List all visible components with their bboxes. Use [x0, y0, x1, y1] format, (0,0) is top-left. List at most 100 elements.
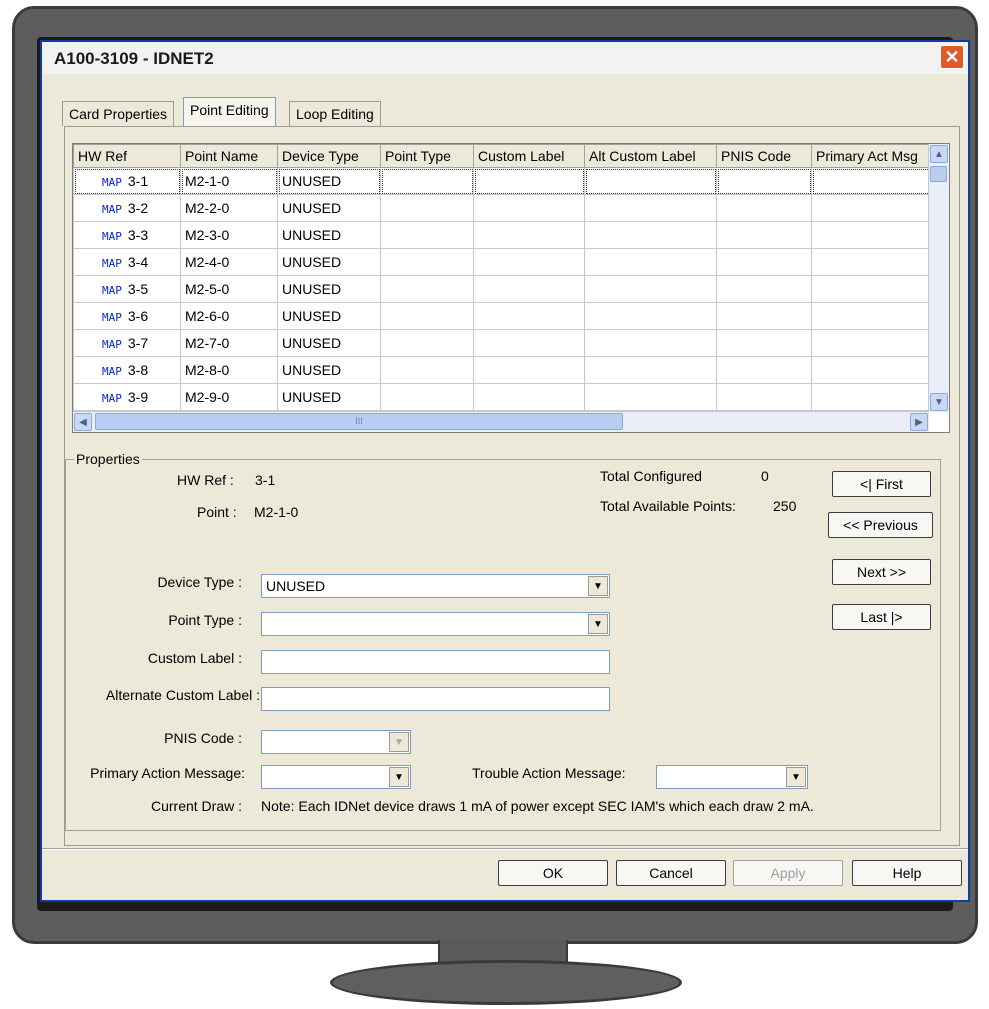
empty-cell[interactable]	[811, 221, 941, 249]
vertical-scroll-thumb[interactable]	[930, 166, 947, 182]
scroll-right-button[interactable]: ▶	[910, 413, 928, 431]
empty-cell[interactable]	[811, 248, 941, 276]
point-name-cell[interactable]: M2-6-0	[180, 302, 278, 330]
device-type-cell[interactable]: UNUSED	[277, 356, 381, 384]
point-name-cell[interactable]: M2-1-0	[180, 167, 278, 195]
empty-cell[interactable]	[380, 275, 474, 303]
point-name-cell[interactable]: M2-8-0	[180, 356, 278, 384]
point-name-cell[interactable]: M2-5-0	[180, 275, 278, 303]
grid-horizontal-scrollbar[interactable]: ◀ III ▶	[73, 411, 929, 432]
device-type-cell[interactable]: UNUSED	[277, 302, 381, 330]
device-type-cell[interactable]: UNUSED	[277, 248, 381, 276]
empty-cell[interactable]	[584, 194, 717, 222]
apply-button[interactable]: Apply	[733, 860, 843, 886]
grid-vertical-scrollbar[interactable]: ▲ ▼	[928, 144, 949, 412]
scroll-left-button[interactable]: ◀	[74, 413, 92, 431]
empty-cell[interactable]	[584, 356, 717, 384]
primary-action-select[interactable]: ▼	[261, 765, 411, 789]
tab-card-properties[interactable]: Card Properties	[62, 101, 175, 126]
hw-ref-cell[interactable]: MAP 3-1	[73, 167, 181, 195]
empty-cell[interactable]	[584, 275, 717, 303]
device-type-select[interactable]: UNUSED ▼	[261, 574, 610, 598]
device-type-cell[interactable]: UNUSED	[277, 275, 381, 303]
horizontal-scroll-thumb[interactable]: III	[95, 413, 623, 430]
hw-ref-cell[interactable]: MAP 3-8	[73, 356, 181, 384]
col-point-type[interactable]: Point Type	[380, 144, 474, 168]
tab-loop-editing[interactable]: Loop Editing	[289, 101, 381, 126]
col-point-name[interactable]: Point Name	[180, 144, 278, 168]
empty-cell[interactable]	[380, 356, 474, 384]
help-button[interactable]: Help	[852, 860, 962, 886]
hw-ref-cell[interactable]: MAP 3-7	[73, 329, 181, 357]
table-row[interactable]: MAP 3-1 M2-1-0 UNUSED	[73, 167, 941, 195]
col-primary-act-msg[interactable]: Primary Act Msg	[811, 144, 941, 168]
first-button[interactable]: <| First	[832, 471, 931, 497]
last-button[interactable]: Last |>	[832, 604, 931, 630]
chevron-down-icon[interactable]: ▼	[389, 767, 409, 787]
cancel-button[interactable]: Cancel	[616, 860, 726, 886]
empty-cell[interactable]	[380, 248, 474, 276]
tab-point-editing[interactable]: Point Editing	[183, 97, 276, 126]
pnis-code-select[interactable]: ▼	[261, 730, 411, 754]
hw-ref-cell[interactable]: MAP 3-3	[73, 221, 181, 249]
hw-ref-cell[interactable]: MAP 3-2	[73, 194, 181, 222]
empty-cell[interactable]	[473, 329, 585, 357]
table-row[interactable]: MAP 3-4 M2-4-0 UNUSED	[73, 248, 941, 276]
points-grid[interactable]: HW Ref Point Name Device Type Point Type…	[72, 143, 950, 433]
alt-custom-label-input[interactable]	[261, 687, 610, 711]
empty-cell[interactable]	[584, 329, 717, 357]
empty-cell[interactable]	[811, 194, 941, 222]
hw-ref-cell[interactable]: MAP 3-6	[73, 302, 181, 330]
chevron-down-icon[interactable]: ▼	[786, 767, 806, 787]
empty-cell[interactable]	[473, 248, 585, 276]
empty-cell[interactable]	[716, 329, 812, 357]
empty-cell[interactable]	[811, 329, 941, 357]
empty-cell[interactable]	[811, 167, 941, 195]
table-row[interactable]: MAP 3-8 M2-8-0 UNUSED	[73, 356, 941, 384]
device-type-cell[interactable]: UNUSED	[277, 383, 381, 411]
table-row[interactable]: MAP 3-5 M2-5-0 UNUSED	[73, 275, 941, 303]
hw-ref-cell[interactable]: MAP 3-5	[73, 275, 181, 303]
empty-cell[interactable]	[584, 167, 717, 195]
table-row[interactable]: MAP 3-9 M2-9-0 UNUSED	[73, 383, 941, 411]
empty-cell[interactable]	[716, 383, 812, 411]
empty-cell[interactable]	[473, 383, 585, 411]
hw-ref-cell[interactable]: MAP 3-4	[73, 248, 181, 276]
trouble-action-select[interactable]: ▼	[656, 765, 808, 789]
chevron-down-icon[interactable]: ▼	[588, 614, 608, 634]
col-alt-custom-label[interactable]: Alt Custom Label	[584, 144, 717, 168]
device-type-cell[interactable]: UNUSED	[277, 167, 381, 195]
empty-cell[interactable]	[584, 302, 717, 330]
empty-cell[interactable]	[716, 356, 812, 384]
device-type-cell[interactable]: UNUSED	[277, 221, 381, 249]
empty-cell[interactable]	[584, 248, 717, 276]
point-type-select[interactable]: ▼	[261, 612, 610, 636]
scroll-down-button[interactable]: ▼	[930, 393, 948, 411]
point-name-cell[interactable]: M2-4-0	[180, 248, 278, 276]
table-row[interactable]: MAP 3-3 M2-3-0 UNUSED	[73, 221, 941, 249]
custom-label-input[interactable]	[261, 650, 610, 674]
close-button[interactable]: ✕	[940, 45, 964, 69]
empty-cell[interactable]	[716, 221, 812, 249]
empty-cell[interactable]	[716, 167, 812, 195]
device-type-cell[interactable]: UNUSED	[277, 194, 381, 222]
table-row[interactable]: MAP 3-6 M2-6-0 UNUSED	[73, 302, 941, 330]
empty-cell[interactable]	[473, 356, 585, 384]
next-button[interactable]: Next >>	[832, 559, 931, 585]
col-device-type[interactable]: Device Type	[277, 144, 381, 168]
empty-cell[interactable]	[811, 302, 941, 330]
empty-cell[interactable]	[473, 302, 585, 330]
table-row[interactable]: MAP 3-2 M2-2-0 UNUSED	[73, 194, 941, 222]
point-name-cell[interactable]: M2-9-0	[180, 383, 278, 411]
empty-cell[interactable]	[380, 167, 474, 195]
empty-cell[interactable]	[473, 167, 585, 195]
point-name-cell[interactable]: M2-2-0	[180, 194, 278, 222]
empty-cell[interactable]	[380, 302, 474, 330]
empty-cell[interactable]	[473, 194, 585, 222]
col-pnis-code[interactable]: PNIS Code	[716, 144, 812, 168]
point-name-cell[interactable]: M2-7-0	[180, 329, 278, 357]
device-type-cell[interactable]: UNUSED	[277, 329, 381, 357]
empty-cell[interactable]	[380, 383, 474, 411]
empty-cell[interactable]	[716, 275, 812, 303]
empty-cell[interactable]	[716, 248, 812, 276]
